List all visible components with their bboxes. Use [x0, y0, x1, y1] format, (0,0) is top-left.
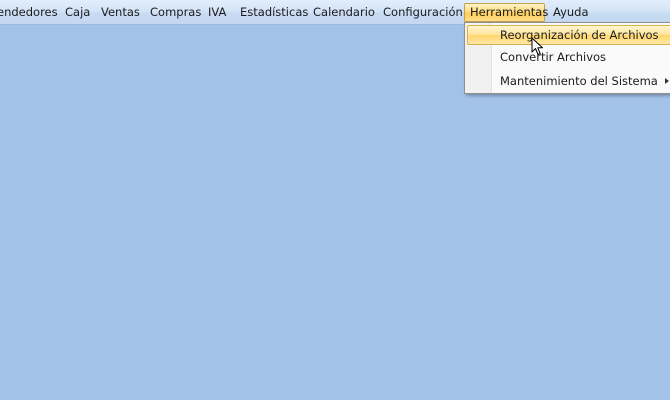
menu-item-reorganizacion-de-archivos[interactable]: Reorganización de Archivos: [467, 25, 670, 45]
menu-item-mantenimiento-del-sistema[interactable]: Mantenimiento del Sistema: [467, 71, 670, 91]
menu-vendedores[interactable]: endedores: [0, 4, 58, 21]
arrow-cursor-icon: [531, 37, 543, 55]
menu-compras[interactable]: Compras: [150, 4, 201, 21]
menu-ventas[interactable]: Ventas: [101, 4, 140, 21]
menu-iva[interactable]: IVA: [208, 4, 226, 21]
menu-item-convertir-archivos[interactable]: Convertir Archivos: [467, 47, 670, 67]
menu-ayuda[interactable]: Ayuda: [553, 4, 589, 21]
menu-calendario[interactable]: Calendario: [313, 4, 375, 21]
menu-caja[interactable]: Caja: [65, 4, 90, 21]
herramientas-dropdown: Reorganización de Archivos Convertir Arc…: [464, 22, 670, 94]
menu-herramientas[interactable]: Herramientas: [464, 3, 548, 22]
menu-item-mantenimiento-label: Mantenimiento del Sistema: [500, 74, 658, 88]
menu-configuracion[interactable]: Configuración: [383, 4, 463, 21]
submenu-arrow-icon: [665, 78, 669, 84]
menu-estadisticas[interactable]: Estadísticas: [240, 4, 308, 21]
